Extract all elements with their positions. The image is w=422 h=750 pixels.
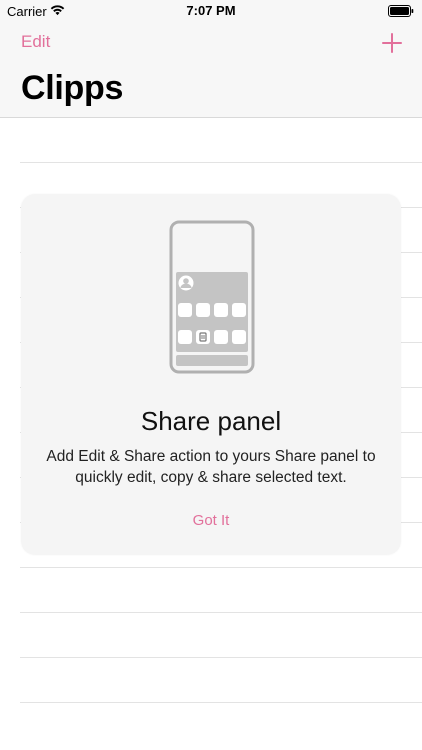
list-separator xyxy=(20,657,422,658)
list-separator xyxy=(20,612,422,613)
status-bar: Carrier 7:07 PM xyxy=(0,0,422,22)
battery-icon xyxy=(388,5,414,17)
got-it-button[interactable]: Got It xyxy=(21,512,401,529)
share-panel-title: Share panel xyxy=(140,406,282,436)
list-separator xyxy=(20,162,422,163)
page-title: Clipps xyxy=(21,69,124,107)
share-panel-description: Add Edit & Share action to yours Share p… xyxy=(46,448,376,486)
status-time: 7:07 PM xyxy=(186,3,236,18)
edit-button[interactable]: Edit xyxy=(21,32,50,52)
phone-share-sheet-icon xyxy=(169,220,255,374)
navigation-bar: Edit Clipps xyxy=(0,22,422,118)
list-separator xyxy=(20,567,422,568)
share-panel-card: Share panel Add Edit & Share action to y… xyxy=(21,194,401,555)
plus-icon[interactable] xyxy=(382,33,402,53)
list-separator xyxy=(20,702,422,703)
app-screen: Carrier 7:07 PM Edit Clipps Share panel … xyxy=(0,0,422,750)
